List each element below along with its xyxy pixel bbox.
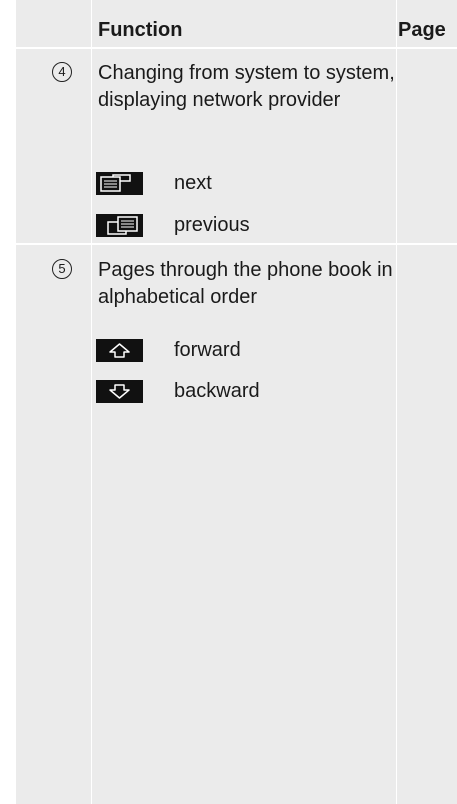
row-number-5: 5	[52, 259, 72, 279]
previous-label: previous	[174, 214, 250, 236]
next-label: next	[174, 172, 212, 194]
backward-label: backward	[174, 380, 260, 402]
row-5-description: Pages through the phone book in alphabet…	[98, 259, 393, 308]
function-column-header: Function	[98, 19, 183, 41]
arrow-up-icon	[96, 339, 143, 362]
column-divider	[91, 0, 92, 804]
next-screen-icon	[96, 172, 143, 195]
page-column-header: Page	[398, 19, 446, 41]
column-divider	[396, 0, 397, 804]
row-divider	[16, 47, 457, 49]
row-number-4: 4	[52, 62, 72, 82]
row-divider	[16, 243, 457, 245]
previous-screen-icon	[96, 214, 143, 237]
arrow-down-icon	[96, 380, 143, 403]
row-4-description: Changing from system to system, displayi…	[98, 62, 395, 111]
forward-label: forward	[174, 339, 241, 361]
